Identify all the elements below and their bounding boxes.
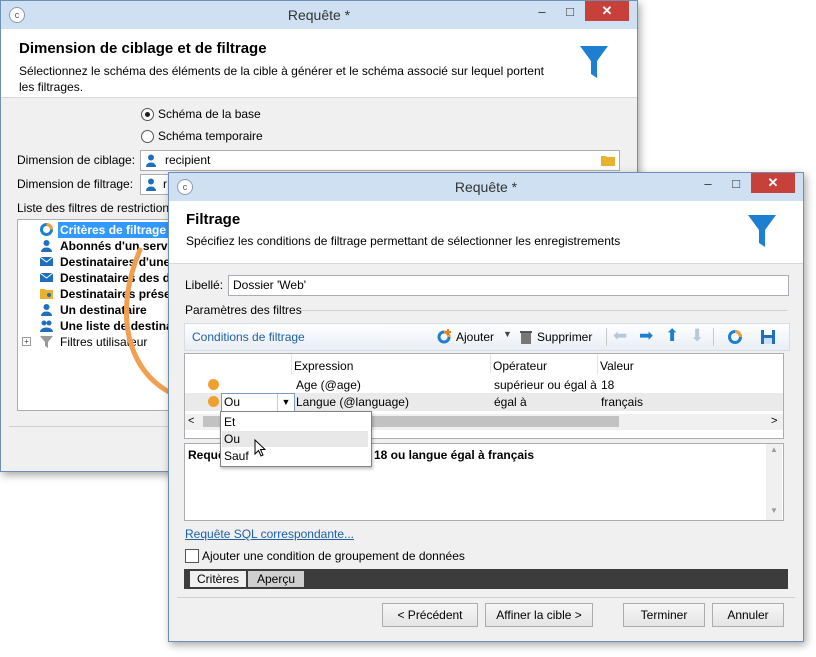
minimize-button[interactable]: – (695, 175, 721, 193)
cancel-button[interactable]: Annuler (712, 603, 784, 627)
sql-query-link[interactable]: Requête SQL correspondante... (185, 527, 354, 541)
row-operator: égal à (494, 395, 527, 409)
arrow-up-icon[interactable]: ⬆ (665, 326, 679, 346)
scroll-up-icon[interactable]: ▲ (770, 445, 778, 454)
front-titlebar: c Requête * – □ ✕ (169, 173, 803, 201)
bottom-tabs: Critères Aperçu (184, 569, 788, 589)
condition-icon (208, 396, 219, 407)
column-expression[interactable]: Expression (294, 359, 353, 373)
save-icon[interactable] (760, 329, 776, 345)
criteria-icon[interactable] (727, 329, 743, 345)
summary-text-right: 18 ou langue égal à français (374, 448, 535, 462)
col-sep (490, 354, 491, 374)
front-header-desc: Spécifiez les conditions de filtrage per… (186, 234, 621, 248)
arrow-down-icon[interactable]: ⬇ (690, 326, 704, 346)
add-button[interactable]: Ajouter (456, 330, 494, 344)
mouse-cursor-icon (254, 439, 266, 457)
operator-dropdown-list[interactable]: Et Ou Sauf (220, 411, 372, 467)
dropdown-option-highlight (222, 431, 368, 447)
libelle-label: Libellé: (185, 278, 224, 292)
condition-icon (208, 379, 219, 390)
dropdown-option-ou[interactable]: Ou (224, 432, 240, 446)
add-dropdown-icon[interactable]: ▼ (503, 329, 512, 339)
column-operator[interactable]: Opérateur (493, 359, 547, 373)
column-value[interactable]: Valeur (600, 359, 634, 373)
front-window: c Requête * – □ ✕ Filtrage Spécifiez les… (168, 172, 804, 642)
vertical-scrollbar[interactable]: ▲ ▼ (766, 444, 782, 520)
group-checkbox-label: Ajouter une condition de groupement de d… (202, 549, 465, 563)
dropdown-option-et[interactable]: Et (224, 415, 235, 429)
funnel-icon (748, 215, 776, 247)
col-sep (597, 354, 598, 374)
conditions-label: Conditions de filtrage (192, 330, 305, 344)
row-operator: supérieur ou égal à (494, 378, 597, 392)
params-separator (301, 310, 787, 311)
scroll-left-icon[interactable]: < (188, 415, 194, 427)
tab-criteria[interactable]: Critères (190, 571, 246, 587)
group-checkbox[interactable] (185, 549, 199, 563)
previous-button[interactable]: < Précédent (382, 603, 478, 627)
dropdown-option-sauf[interactable]: Sauf (224, 449, 249, 463)
row-expression: Age (@age) (296, 378, 361, 392)
filter-params-label: Paramètres des filtres (185, 303, 302, 317)
row-value: 18 (601, 378, 615, 392)
front-header-title: Filtrage (186, 211, 241, 228)
arrow-right-icon[interactable]: ➡ (639, 326, 653, 346)
row-expression: Langue (@language) (296, 395, 409, 409)
front-header: Filtrage Spécifiez les conditions de fil… (169, 201, 803, 264)
delete-button[interactable]: Supprimer (537, 330, 592, 344)
scroll-down-icon[interactable]: ▼ (770, 506, 778, 515)
trash-icon (520, 331, 532, 344)
footer-divider (177, 597, 795, 598)
table-row[interactable]: Age (@age) supérieur ou égal à 18 (185, 376, 783, 393)
filter-toolbar: Conditions de filtrage Ajouter ▼ Supprim… (184, 323, 790, 351)
scroll-right-icon[interactable]: > (771, 415, 777, 427)
add-icon (437, 329, 451, 344)
maximize-button[interactable]: □ (723, 175, 749, 193)
finish-button[interactable]: Terminer (623, 603, 705, 627)
libelle-value: Dossier 'Web' (233, 278, 307, 292)
toolbar-separator-2 (713, 328, 714, 346)
chevron-down-icon[interactable]: ▼ (277, 394, 294, 411)
toolbar-separator (606, 328, 607, 346)
close-button[interactable]: ✕ (751, 173, 795, 193)
refine-target-button[interactable]: Affiner la cible > (485, 603, 593, 627)
col-sep (291, 354, 292, 374)
operator-combo-value: Ou (224, 395, 241, 409)
tab-preview[interactable]: Aperçu (248, 571, 304, 587)
row-value: français (601, 395, 644, 409)
libelle-input[interactable]: Dossier 'Web' (228, 275, 789, 296)
arrow-left-icon[interactable]: ⬅ (613, 326, 627, 346)
operator-combo[interactable]: Ou ▼ (221, 393, 295, 412)
